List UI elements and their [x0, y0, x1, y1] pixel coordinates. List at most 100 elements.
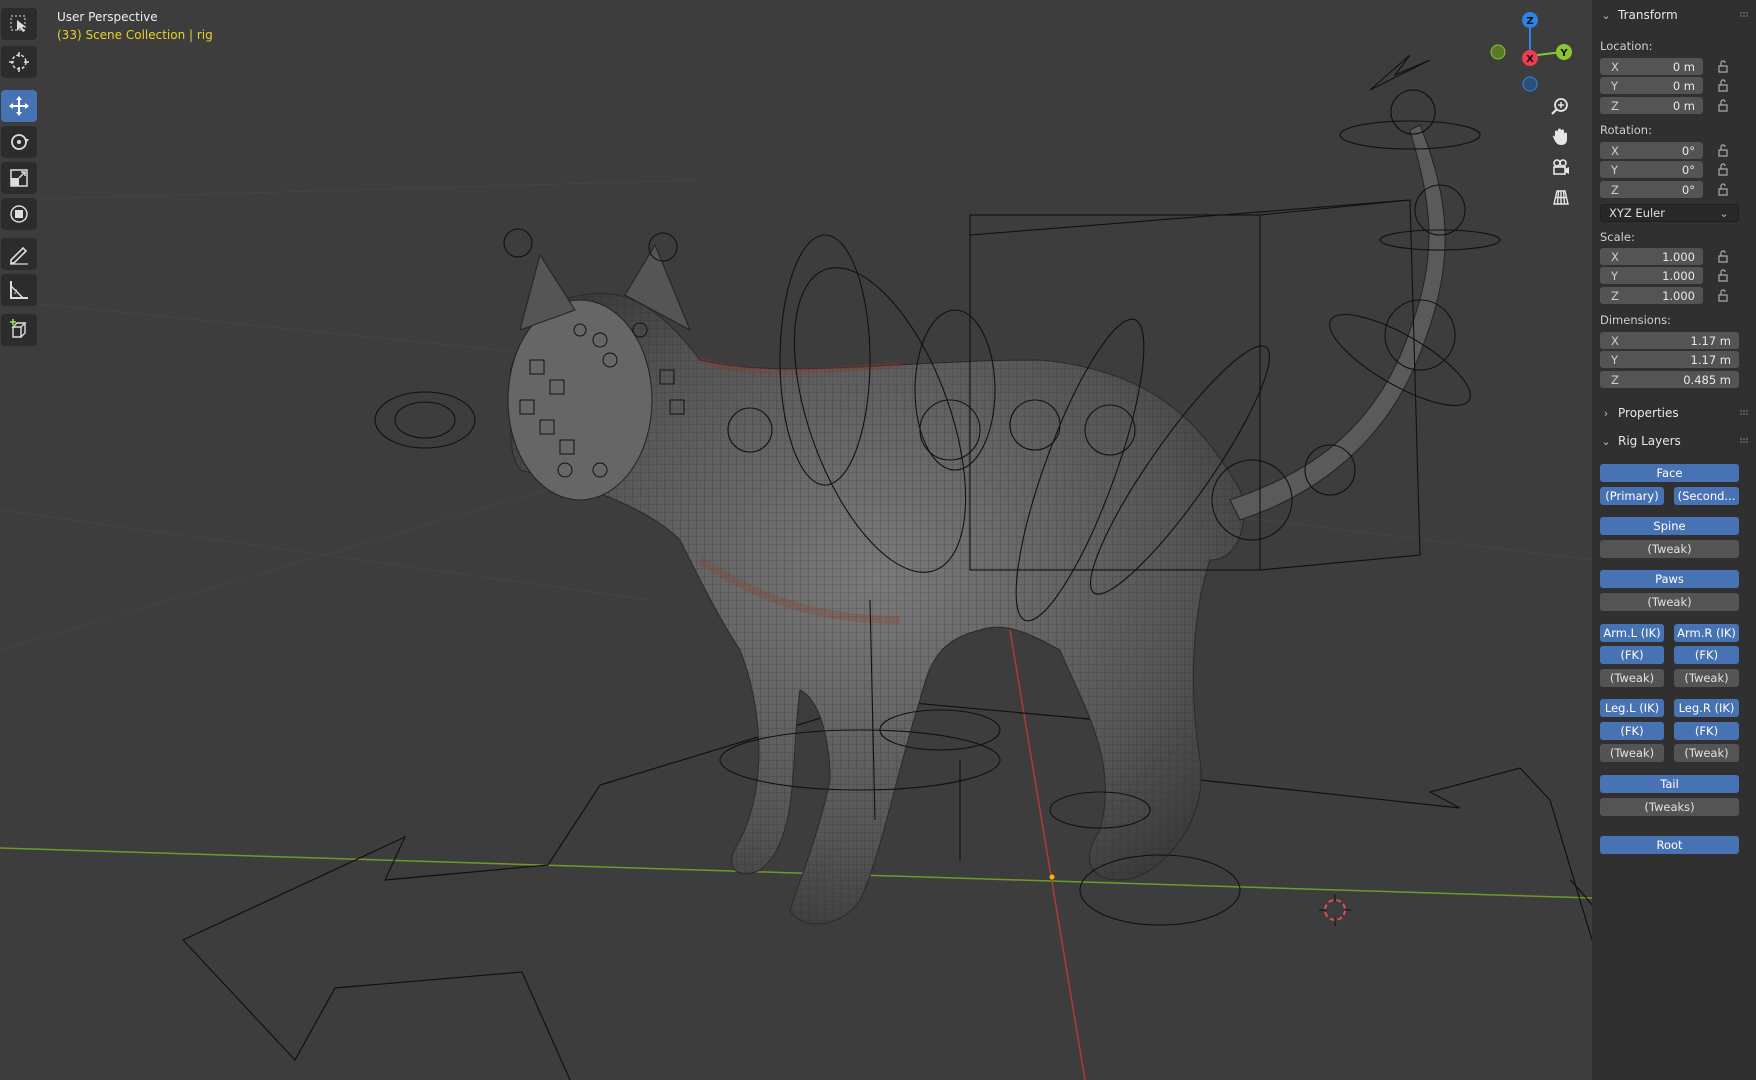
layer-arm-r-ik-button[interactable]: Arm.R (IK): [1674, 624, 1739, 642]
transform-tool[interactable]: [1, 198, 37, 230]
select-box-icon: [10, 15, 26, 32]
rotation-mode-value: XYZ Euler: [1609, 206, 1665, 220]
camera-view-button[interactable]: [1545, 152, 1575, 182]
field-value: 0°: [1681, 182, 1695, 197]
scale-z-field[interactable]: Z 1.000: [1600, 287, 1703, 304]
axis-label: Y: [1611, 78, 1619, 93]
axis-label: X: [1611, 143, 1619, 158]
drag-grip-icon[interactable]: [1740, 12, 1750, 18]
lock-icon[interactable]: [1716, 268, 1730, 282]
axis-label: X: [1611, 249, 1619, 264]
field-value: 0.485 m: [1683, 372, 1731, 387]
lock-icon[interactable]: [1716, 98, 1730, 112]
lock-icon[interactable]: [1716, 162, 1730, 176]
root-bone-shape-lower: [182, 939, 571, 1080]
camera-icon: [1553, 159, 1569, 175]
layer-leg-r-ik-button[interactable]: Leg.R (IK): [1674, 699, 1739, 717]
field-value: 1.17 m: [1690, 333, 1731, 348]
drag-grip-icon[interactable]: [1740, 410, 1750, 416]
properties-header[interactable]: › Properties: [1600, 406, 1679, 420]
layer-tail-tweaks-button[interactable]: (Tweaks): [1600, 798, 1739, 816]
axis-label: Y: [1611, 162, 1619, 177]
layer-face-primary-button[interactable]: (Primary): [1600, 487, 1664, 505]
layer-paws-tweak-button[interactable]: (Tweak): [1600, 593, 1739, 611]
layer-face-secondary-button[interactable]: (Second...: [1674, 487, 1739, 505]
layer-arm-l-ik-button[interactable]: Arm.L (IK): [1600, 624, 1664, 642]
layer-arm-r-fk-button[interactable]: (FK): [1674, 646, 1739, 664]
location-z-field[interactable]: Z 0 m: [1600, 97, 1703, 114]
cursor-tool[interactable]: [1, 46, 37, 78]
add-cube-tool[interactable]: [1, 314, 37, 346]
rotation-z-field[interactable]: Z 0°: [1600, 181, 1703, 198]
layer-paws-button[interactable]: Paws: [1600, 570, 1739, 588]
field-value: 1.000: [1662, 268, 1695, 283]
grid-icon: [1553, 190, 1569, 205]
layer-leg-l-fk-button[interactable]: (FK): [1600, 722, 1664, 740]
chevron-down-icon: ⌄: [1601, 434, 1611, 448]
layer-spine-tweak-button[interactable]: (Tweak): [1600, 540, 1739, 558]
lock-icon[interactable]: [1716, 78, 1730, 92]
3d-viewport[interactable]: User Perspective (33) Scene Collection |…: [0, 0, 1756, 1080]
rotation-y-field[interactable]: Y 0°: [1600, 161, 1703, 178]
scale-y-field[interactable]: Y 1.000: [1600, 267, 1703, 284]
scale-x-field[interactable]: X 1.000: [1600, 248, 1703, 265]
dimensions-y-field[interactable]: Y 1.17 m: [1600, 351, 1739, 368]
dimensions-z-field[interactable]: Z 0.485 m: [1600, 371, 1739, 388]
layer-arm-l-fk-button[interactable]: (FK): [1600, 646, 1664, 664]
lock-icon[interactable]: [1716, 288, 1730, 302]
viewport-subtitle: (33) Scene Collection | rig: [57, 28, 213, 42]
scene-view[interactable]: [0, 0, 1592, 1080]
layer-arm-l-tweak-button[interactable]: (Tweak): [1600, 669, 1664, 687]
move-icon: [9, 96, 29, 116]
lock-icon[interactable]: [1716, 59, 1730, 73]
layer-tail-button[interactable]: Tail: [1600, 775, 1739, 793]
3d-cursor[interactable]: [1319, 894, 1351, 926]
scale-icon: [10, 169, 28, 187]
orientation-gizmo[interactable]: Z Y X: [1480, 8, 1580, 98]
location-y-field[interactable]: Y 0 m: [1600, 77, 1703, 94]
layer-face-button[interactable]: Face: [1600, 464, 1739, 482]
location-label: Location:: [1600, 39, 1653, 53]
layer-leg-l-tweak-button[interactable]: (Tweak): [1600, 744, 1664, 762]
zoom-button[interactable]: [1545, 92, 1575, 122]
rig-layers-header[interactable]: ⌄ Rig Layers: [1600, 434, 1680, 448]
lock-icon[interactable]: [1716, 249, 1730, 263]
layer-root-button[interactable]: Root: [1600, 836, 1739, 854]
select-box-tool[interactable]: [1, 8, 37, 40]
location-x-field[interactable]: X 0 m: [1600, 58, 1703, 75]
axis-label: Z: [1611, 182, 1619, 197]
chevron-down-icon: ⌄: [1601, 8, 1611, 22]
x-axis-line: [1009, 629, 1086, 1080]
gizmo-neg-z-axis[interactable]: [1522, 76, 1538, 92]
measure-tool[interactable]: [1, 274, 37, 306]
lock-icon[interactable]: [1716, 143, 1730, 157]
layer-spine-button[interactable]: Spine: [1600, 517, 1739, 535]
lock-icon[interactable]: [1716, 182, 1730, 196]
field-value: 0 m: [1672, 59, 1695, 74]
layer-leg-r-tweak-button[interactable]: (Tweak): [1674, 744, 1739, 762]
pan-button[interactable]: [1545, 122, 1575, 152]
rotate-tool[interactable]: [1, 126, 37, 158]
zoom-icon: [1551, 98, 1568, 115]
gizmo-neg-y-axis[interactable]: [1490, 44, 1506, 60]
axis-label: Y: [1611, 352, 1619, 367]
scale-tool[interactable]: [1, 162, 37, 194]
dimensions-x-field[interactable]: X 1.17 m: [1600, 332, 1739, 349]
sidebar-panel: ⌄ Transform Location: X 0 m Y 0 m Z 0 m Rot…: [1592, 0, 1756, 1080]
field-value: 0°: [1681, 162, 1695, 177]
ruler-icon: [10, 281, 28, 299]
cursor-icon: [9, 52, 29, 72]
rotation-x-field[interactable]: X 0°: [1600, 142, 1703, 159]
field-value: 1.17 m: [1690, 352, 1731, 367]
move-tool[interactable]: [1, 90, 37, 122]
field-value: 0°: [1681, 143, 1695, 158]
annotate-tool[interactable]: [1, 238, 37, 270]
rotation-mode-select[interactable]: XYZ Euler ⌄: [1600, 204, 1739, 222]
layer-arm-r-tweak-button[interactable]: (Tweak): [1674, 669, 1739, 687]
drag-grip-icon[interactable]: [1740, 438, 1750, 444]
layer-leg-r-fk-button[interactable]: (FK): [1674, 722, 1739, 740]
ortho-toggle-button[interactable]: [1545, 182, 1575, 212]
field-value: 1.000: [1662, 288, 1695, 303]
transform-header[interactable]: ⌄ Transform: [1600, 8, 1677, 22]
layer-leg-l-ik-button[interactable]: Leg.L (IK): [1600, 699, 1664, 717]
